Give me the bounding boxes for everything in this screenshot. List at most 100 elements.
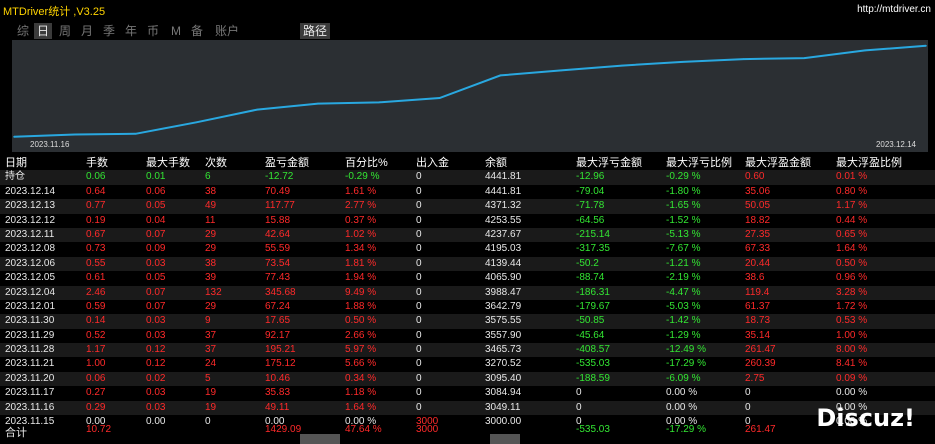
tab-magic[interactable]: M: [168, 23, 184, 39]
table-cell: 0.61: [86, 272, 106, 284]
table-cell: 0.59: [86, 300, 106, 312]
title-bar: MTDriver统计 ,V3.25 http://mtdriver.cn: [0, 0, 935, 20]
tab-account[interactable]: 账户: [212, 23, 242, 39]
tab-quarterly[interactable]: 季: [100, 23, 118, 39]
balance-point: [13, 136, 15, 138]
table-cell: 9: [205, 315, 211, 327]
table-cell: -50.85: [576, 315, 605, 327]
column-header: 盈亏金额: [265, 157, 309, 169]
table-cell: 3270.52: [485, 358, 522, 370]
balance-series-line: [13, 44, 927, 138]
table-row: 2023.11.17 0.27 0.03 19 35.83 1.18 % 0 3084.94 0…: [0, 386, 935, 401]
column-header: 百分比%: [345, 157, 388, 169]
table-cell: 0: [416, 243, 422, 255]
column-header: 出入金: [416, 157, 449, 169]
table-cell: -5.13 %: [666, 228, 701, 240]
table-cell: 8.00 %: [836, 344, 868, 356]
total-cell: -535.03: [576, 424, 610, 435]
table-cell: -79.04: [576, 185, 605, 197]
table-cell: 49: [205, 200, 217, 212]
table-cell: 2.75: [745, 372, 765, 384]
table-cell: 132: [205, 286, 222, 298]
table-cell: 0.67: [86, 228, 106, 240]
table-cell: 0: [745, 387, 751, 399]
balance-point: [803, 57, 806, 59]
table-cell: 2023.11.30: [5, 315, 55, 327]
table-cell: 2.66 %: [345, 329, 377, 341]
table-row: 2023.11.30 0.14 0.03 9 17.65 0.50 % 0 3575.55 -5…: [0, 314, 935, 329]
table-cell: 67.24: [265, 300, 291, 312]
table-cell: 1.00: [86, 358, 106, 370]
table-cell: -408.57: [576, 344, 610, 356]
table-cell: 38: [205, 185, 217, 197]
table-cell: -88.74: [576, 272, 605, 284]
column-header: 最大浮亏金额: [576, 157, 642, 169]
table-cell: 2.77 %: [345, 200, 377, 212]
table-cell: 0.06: [86, 372, 106, 384]
total-cell: 47.64 %: [345, 424, 382, 435]
balance-point: [74, 133, 76, 136]
table-cell: 4195.03: [485, 243, 522, 255]
table-cell: 0.00 %: [666, 401, 698, 413]
table-cell: 92.17: [265, 329, 291, 341]
table-cell: 0.01 %: [836, 171, 868, 183]
table-cell: 261.47: [745, 344, 776, 356]
table-cell: 0.03: [146, 257, 166, 269]
tab-yearly[interactable]: 年: [122, 23, 140, 39]
table-cell: 0.05: [146, 272, 166, 284]
table-cell: 2023.11.29: [5, 329, 55, 341]
table-cell: 1.61 %: [345, 185, 377, 197]
table-cell: -45.64: [576, 329, 605, 341]
table-cell: 73.54: [265, 257, 291, 269]
table-cell: 35.14: [745, 329, 771, 341]
tab-currency[interactable]: 币: [144, 23, 162, 39]
table-cell: 3095.40: [485, 372, 522, 384]
table-cell: 0: [416, 401, 422, 413]
table-cell: 0.02: [146, 372, 166, 384]
table-cell: 19: [205, 401, 217, 413]
tab-monthly[interactable]: 月: [78, 23, 96, 39]
table-cell: -4.47 %: [666, 286, 701, 298]
table-cell: 2023.11.16: [5, 401, 55, 413]
table-cell: 1.34 %: [345, 243, 377, 255]
column-header: 手数: [86, 157, 108, 169]
table-cell: 0.00 %: [836, 387, 868, 399]
table-cell: 2023.12.13: [5, 200, 56, 212]
table-cell: 0.03: [146, 401, 166, 413]
tab-path[interactable]: 路径: [300, 23, 331, 39]
table-cell: -0.29 %: [666, 171, 701, 183]
table-cell: 0: [416, 185, 422, 197]
chart-end-date: 2023.12.14: [875, 140, 916, 149]
table-cell: 117.77: [265, 200, 295, 212]
table-cell: 0: [416, 272, 422, 284]
table-cell: 50.05: [745, 200, 771, 212]
table-row: 2023.12.12 0.19 0.04 11 15.88 0.37 % 0 4253.55 -…: [0, 213, 935, 228]
table-cell: 49.11: [265, 401, 290, 413]
table-cell: 2023.12.12: [5, 214, 56, 226]
table-cell: 0.03: [146, 315, 166, 327]
table-cell: -535.03: [576, 358, 610, 370]
balance-chart: 2023.11.16 2023.12.14: [12, 40, 928, 152]
table-row: 2023.12.06 0.55 0.03 38 73.54 1.81 % 0 4139.44 -…: [0, 256, 935, 272]
table-cell: 0.73: [86, 243, 106, 255]
balance-point: [621, 64, 623, 67]
table-cell: -1.80 %: [666, 185, 701, 197]
table-cell: 0: [416, 315, 422, 327]
table-cell: 4139.44: [485, 257, 522, 269]
balance-point: [742, 58, 745, 60]
table-row: 2023.12.05 0.61 0.05 39 77.43 1.94 % 0 4065.90 -…: [0, 271, 935, 286]
tab-summary[interactable]: 综: [14, 23, 32, 39]
column-header: 次数: [205, 157, 227, 169]
tab-daily[interactable]: 日: [34, 23, 53, 39]
balance-line-chart: [13, 44, 927, 138]
tab-weekly[interactable]: 周: [56, 23, 74, 39]
website-link[interactable]: http://mtdriver.cn: [857, 4, 931, 15]
table-cell: 1.17: [86, 344, 106, 356]
table-cell: 0.64: [86, 185, 106, 197]
table-cell: 4441.81: [485, 185, 522, 197]
table-cell: -186.31: [576, 286, 610, 298]
table-cell: 3575.55: [485, 315, 522, 327]
table-cell: 0.04: [146, 214, 166, 226]
table-row: 2023.12.04 2.46 0.07 132 345.68 9.49 % 0 3988.4…: [0, 285, 935, 300]
tab-notes[interactable]: 备: [188, 23, 206, 39]
